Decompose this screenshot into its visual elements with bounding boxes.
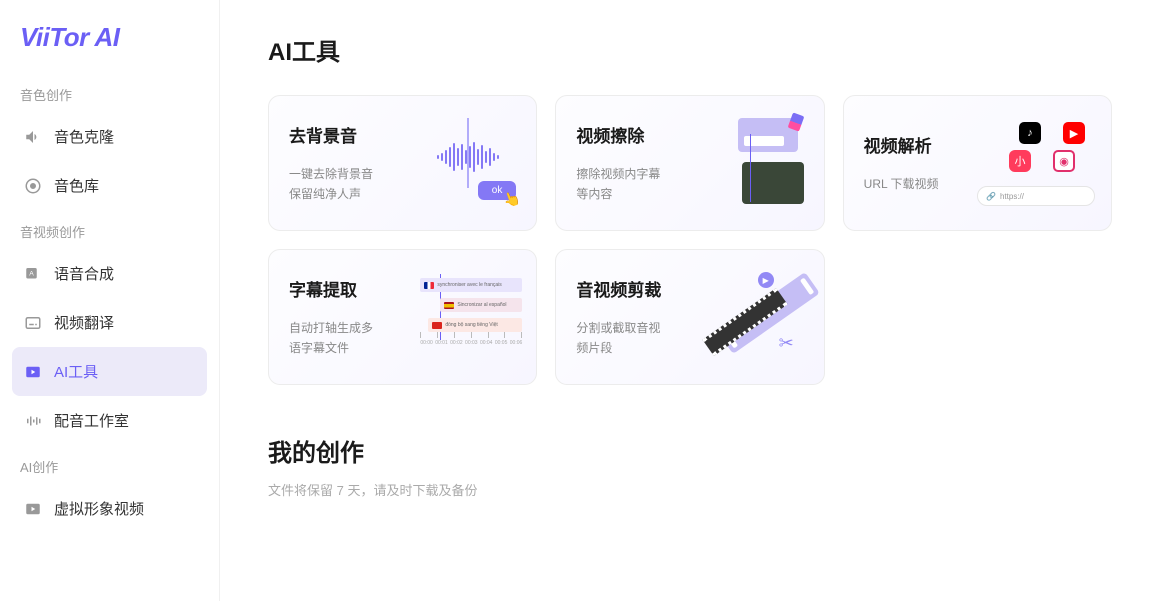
page-title: AI工具 (268, 32, 1112, 67)
erase-illustration (708, 118, 804, 208)
scissors-icon: ✂ (779, 333, 794, 354)
link-icon: 🔗 (986, 192, 996, 201)
nav-label: AI工具 (54, 361, 98, 382)
trim-illustration: ▶ ✂ (708, 272, 804, 362)
tool-desc: 分割或截取音视频片段 (576, 319, 707, 357)
main-content: AI工具 去背景音 一键去除背景音保留纯净人声 ok 👆 视频擦除 擦除视频内字… (220, 0, 1160, 601)
tool-desc: URL 下载视频 (864, 175, 995, 194)
tiktok-icon: ♪ (1019, 122, 1041, 144)
sidebar-item-video-translate[interactable]: 视频翻译 (12, 298, 207, 347)
sidebar-section-label: 音视频创作 (12, 210, 207, 249)
tool-text: 视频擦除 擦除视频内字幕等内容 (576, 122, 707, 203)
sidebar-item-avatar-video[interactable]: 虚拟形象视频 (12, 484, 207, 533)
tool-text: 字幕提取 自动打轴生成多语字幕文件 (289, 276, 420, 357)
nav-label: 配音工作室 (54, 410, 129, 431)
sidebar-item-dubbing-studio[interactable]: 配音工作室 (12, 396, 207, 445)
sidebar-item-tts[interactable]: A 语音合成 (12, 249, 207, 298)
nav-label: 语音合成 (54, 263, 114, 284)
tool-video-erase[interactable]: 视频擦除 擦除视频内字幕等内容 (555, 95, 824, 231)
url-input-illustration: 🔗 https:// (977, 186, 1095, 206)
tool-desc: 擦除视频内字幕等内容 (576, 165, 707, 203)
tool-remove-bgm[interactable]: 去背景音 一键去除背景音保留纯净人声 ok 👆 (268, 95, 537, 231)
nav-label: 音色库 (54, 175, 99, 196)
tool-grid: 去背景音 一键去除背景音保留纯净人声 ok 👆 视频擦除 擦除视频内字幕等内容 (268, 95, 1112, 385)
tool-title: 字幕提取 (289, 276, 420, 301)
tool-title: 视频擦除 (576, 122, 707, 147)
tool-text: 音视频剪裁 分割或截取音视频片段 (576, 276, 707, 357)
tool-text: 视频解析 URL 下载视频 (864, 132, 995, 194)
sidebar: ViiTor AI 音色创作 音色克隆 音色库 音视频创作 A 语音合成 视频翻… (0, 0, 220, 601)
logo: ViiTor AI (12, 22, 207, 73)
tool-video-parse[interactable]: 视频解析 URL 下载视频 ♪ ▶ 小 ◉ 🔗 https:// (843, 95, 1112, 231)
tool-title: 视频解析 (864, 132, 995, 157)
tool-subtitle-extract[interactable]: 字幕提取 自动打轴生成多语字幕文件 synchroniser avec le f… (268, 249, 537, 385)
speaker-icon (24, 128, 42, 146)
sidebar-section-label: AI创作 (12, 445, 207, 484)
play-icon: ▶ (758, 272, 774, 288)
tools-icon (24, 363, 42, 381)
sidebar-section-label: 音色创作 (12, 73, 207, 112)
tool-av-trim[interactable]: 音视频剪裁 分割或截取音视频片段 ▶ ✂ (555, 249, 824, 385)
disc-icon (24, 177, 42, 195)
creations-title: 我的创作 (268, 433, 1112, 468)
tool-title: 去背景音 (289, 122, 420, 147)
youtube-icon: ▶ (1063, 122, 1085, 144)
sidebar-item-ai-tools[interactable]: AI工具 (12, 347, 207, 396)
waveform-illustration: ok 👆 (420, 118, 516, 208)
parse-illustration: ♪ ▶ 小 ◉ 🔗 https:// (995, 118, 1091, 208)
tool-text: 去背景音 一键去除背景音保留纯净人声 (289, 122, 420, 203)
instagram-icon: ◉ (1053, 150, 1075, 172)
nav-label: 虚拟形象视频 (54, 498, 144, 519)
nav-label: 视频翻译 (54, 312, 114, 333)
waveform-icon (24, 412, 42, 430)
tool-title: 音视频剪裁 (576, 276, 707, 301)
subtitle-icon (24, 314, 42, 332)
sidebar-item-voice-clone[interactable]: 音色克隆 (12, 112, 207, 161)
svg-text:A: A (29, 270, 34, 277)
play-icon (24, 500, 42, 518)
tool-desc: 自动打轴生成多语字幕文件 (289, 319, 420, 357)
tool-desc: 一键去除背景音保留纯净人声 (289, 165, 420, 203)
text-to-speech-icon: A (24, 265, 42, 283)
sidebar-item-voice-library[interactable]: 音色库 (12, 161, 207, 210)
xiaohongshu-icon: 小 (1009, 150, 1031, 172)
creations-subtitle: 文件将保留 7 天，请及时下载及备份 (268, 480, 1112, 499)
subtitle-illustration: synchroniser avec le français Sincroniza… (420, 272, 516, 362)
nav-label: 音色克隆 (54, 126, 114, 147)
